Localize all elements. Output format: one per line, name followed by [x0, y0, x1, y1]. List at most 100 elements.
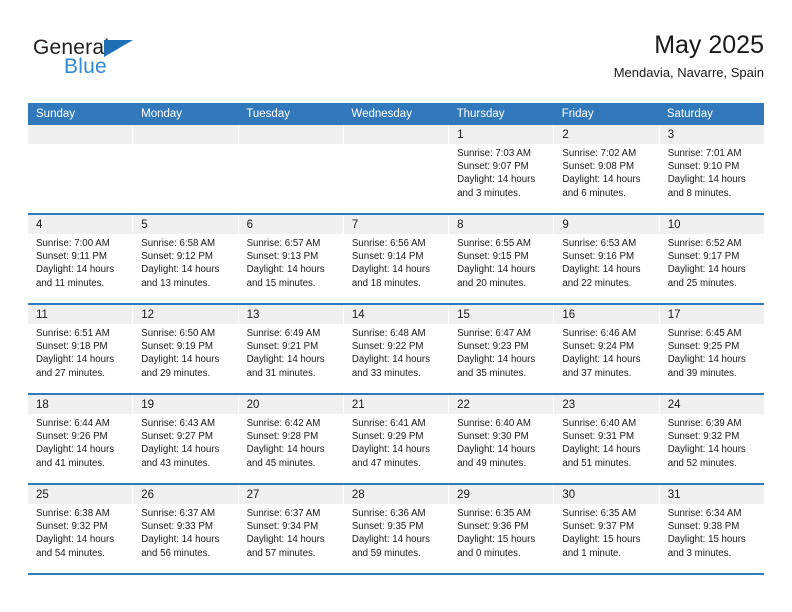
- day-details: Sunrise: 6:43 AM Sunset: 9:27 PM Daylight:…: [133, 414, 237, 470]
- day-cell-empty: [343, 125, 450, 213]
- day-cell-31[interactable]: 31 Sunrise: 6:34 AM Sunset: 9:38 PM Dayligh…: [659, 485, 764, 573]
- day-detail-line: and 1 minute.: [562, 547, 622, 559]
- day-detail-line: Daylight: 14 hours: [562, 174, 641, 186]
- day-cell-15[interactable]: 15 Sunrise: 6:47 AM Sunset: 9:23 PM Dayligh…: [449, 305, 555, 393]
- day-detail-line: and 3 minutes.: [667, 547, 732, 559]
- day-cell-7[interactable]: 7 Sunrise: 6:56 AM Sunset: 9:14 PM Daylight…: [343, 215, 450, 303]
- day-number-bar: 4: [28, 215, 133, 234]
- day-cell-12[interactable]: 12 Sunrise: 6:50 AM Sunset: 9:19 PM Dayligh…: [133, 305, 239, 393]
- day-number-bar: 15: [449, 305, 554, 324]
- day-number: 11: [36, 309, 48, 321]
- day-number: 18: [36, 399, 49, 411]
- day-detail-line: Sunrise: 6:45 AM: [667, 328, 742, 339]
- day-number-bar: 20: [238, 395, 343, 414]
- day-details: Sunrise: 7:01 AM Sunset: 9:10 PM Daylight:…: [660, 144, 764, 200]
- day-details: Sunrise: 6:35 AM Sunset: 9:37 PM Daylight:…: [554, 504, 658, 560]
- day-detail-line: Sunset: 9:16 PM: [562, 251, 635, 263]
- day-cell-4[interactable]: 4 Sunrise: 7:00 AM Sunset: 9:11 PM Daylight…: [28, 215, 134, 303]
- day-number-bar: 11: [28, 305, 133, 324]
- day-cell-empty: [238, 125, 344, 213]
- day-details: Sunrise: 6:57 AM Sunset: 9:13 PM Daylight:…: [239, 234, 343, 290]
- day-cell-2[interactable]: 2 Sunrise: 7:02 AM Sunset: 9:08 PM Daylight…: [554, 125, 660, 213]
- day-detail-line: Sunset: 9:38 PM: [667, 521, 740, 533]
- day-cell-23[interactable]: 23 Sunrise: 6:40 AM Sunset: 9:31 PM Dayligh…: [554, 395, 660, 483]
- day-detail-line: Daylight: 14 hours: [667, 354, 746, 366]
- day-number: 21: [351, 399, 365, 411]
- day-cell-3[interactable]: 3 Sunrise: 7:01 AM Sunset: 9:10 PM Daylight…: [659, 125, 764, 213]
- day-detail-line: Sunrise: 6:37 AM: [141, 508, 216, 519]
- day-detail-line: and 35 minutes.: [457, 367, 527, 379]
- day-cell-20[interactable]: 20 Sunrise: 6:42 AM Sunset: 9:28 PM Dayligh…: [238, 395, 344, 483]
- day-number-bar: 29: [449, 485, 554, 504]
- day-cell-11[interactable]: 11 Sunrise: 6:51 AM Sunset: 9:18 PM Dayligh…: [28, 305, 134, 393]
- day-detail-line: Sunrise: 6:42 AM: [246, 418, 321, 429]
- day-cell-19[interactable]: 19 Sunrise: 6:43 AM Sunset: 9:27 PM Dayligh…: [133, 395, 239, 483]
- day-cell-22[interactable]: 22 Sunrise: 6:40 AM Sunset: 9:30 PM Dayligh…: [449, 395, 555, 483]
- day-cell-14[interactable]: 14 Sunrise: 6:48 AM Sunset: 9:22 PM Dayligh…: [343, 305, 450, 393]
- day-cell-9[interactable]: 9 Sunrise: 6:53 AM Sunset: 9:16 PM Daylight…: [554, 215, 660, 303]
- day-detail-line: Sunset: 9:36 PM: [457, 521, 529, 533]
- day-cell-18[interactable]: 18 Sunrise: 6:44 AM Sunset: 9:26 PM Dayligh…: [28, 395, 134, 483]
- day-cell-26[interactable]: 26 Sunrise: 6:37 AM Sunset: 9:33 PM Dayligh…: [133, 485, 239, 573]
- day-detail-line: Daylight: 14 hours: [141, 354, 220, 366]
- weekday-header-monday: Monday: [141, 108, 183, 120]
- day-cell-27[interactable]: 27 Sunrise: 6:37 AM Sunset: 9:34 PM Dayligh…: [238, 485, 344, 573]
- day-detail-line: and 56 minutes.: [141, 547, 211, 559]
- day-cell-13[interactable]: 13 Sunrise: 6:49 AM Sunset: 9:21 PM Dayligh…: [238, 305, 344, 393]
- day-cell-6[interactable]: 6 Sunrise: 6:57 AM Sunset: 9:13 PM Daylight…: [238, 215, 344, 303]
- day-detail-line: Sunrise: 6:55 AM: [457, 238, 531, 249]
- day-detail-line: Sunrise: 6:34 AM: [667, 508, 742, 519]
- weekday-header-saturday: Saturday: [666, 108, 713, 120]
- day-detail-line: and 8 minutes.: [667, 187, 732, 199]
- day-cell-30[interactable]: 30 Sunrise: 6:35 AM Sunset: 9:37 PM Dayligh…: [554, 485, 660, 573]
- day-detail-line: Daylight: 14 hours: [246, 354, 325, 366]
- day-detail-line: and 0 minutes.: [457, 547, 521, 559]
- day-cell-25[interactable]: 25 Sunrise: 6:38 AM Sunset: 9:32 PM Dayligh…: [28, 485, 134, 573]
- day-cell-8[interactable]: 8 Sunrise: 6:55 AM Sunset: 9:15 PM Daylight…: [449, 215, 555, 303]
- day-number: 1: [457, 129, 464, 141]
- day-details: Sunrise: 6:47 AM Sunset: 9:23 PM Daylight:…: [449, 324, 553, 380]
- day-details: Sunrise: 6:40 AM Sunset: 9:31 PM Daylight:…: [554, 414, 658, 470]
- calendar-week-row: 11 Sunrise: 6:51 AM Sunset: 9:18 PM Dayligh…: [28, 303, 764, 393]
- day-details: Sunrise: 6:38 AM Sunset: 9:32 PM Daylight:…: [28, 504, 132, 560]
- calendar-week-row: 25 Sunrise: 6:38 AM Sunset: 9:32 PM Dayligh…: [28, 483, 764, 573]
- day-detail-line: Sunset: 9:15 PM: [457, 251, 529, 263]
- calendar-grid: Sunday Monday Tuesday Wednesday Thursday Frid…: [28, 103, 764, 575]
- day-detail-line: and 27 minutes.: [36, 367, 105, 379]
- day-detail-line: Sunset: 9:29 PM: [351, 431, 424, 443]
- day-detail-line: and 22 minutes.: [562, 277, 632, 289]
- day-cell-1[interactable]: 1 Sunrise: 7:03 AM Sunset: 9:07 PM Daylight…: [449, 125, 555, 213]
- day-cell-24[interactable]: 24 Sunrise: 6:39 AM Sunset: 9:32 PM Dayligh…: [659, 395, 764, 483]
- day-number-bar: 9: [554, 215, 659, 234]
- day-cell-16[interactable]: 16 Sunrise: 6:46 AM Sunset: 9:24 PM Dayligh…: [554, 305, 660, 393]
- day-detail-line: and 6 minutes.: [562, 187, 626, 199]
- day-detail-line: and 57 minutes.: [246, 547, 316, 559]
- day-detail-line: Sunrise: 6:50 AM: [141, 328, 216, 339]
- day-detail-line: Sunrise: 6:53 AM: [562, 238, 637, 249]
- day-detail-line: Sunset: 9:31 PM: [562, 431, 635, 443]
- day-detail-line: Daylight: 15 hours: [457, 534, 536, 546]
- day-detail-line: Daylight: 14 hours: [351, 444, 430, 456]
- day-cell-21[interactable]: 21 Sunrise: 6:41 AM Sunset: 9:29 PM Dayligh…: [343, 395, 450, 483]
- general-blue-logo[interactable]: General Blue: [33, 36, 233, 88]
- day-cell-5[interactable]: 5 Sunrise: 6:58 AM Sunset: 9:12 PM Daylight…: [133, 215, 239, 303]
- day-number: 14: [351, 309, 365, 321]
- day-detail-line: Sunset: 9:25 PM: [667, 341, 740, 353]
- day-details: Sunrise: 6:40 AM Sunset: 9:30 PM Daylight:…: [449, 414, 553, 470]
- calendar-page: General Blue May 2025 Mendavia, Navarre,…: [0, 0, 792, 612]
- day-number-bar: 21: [343, 395, 449, 414]
- day-detail-line: and 13 minutes.: [141, 277, 211, 289]
- day-detail-line: Sunrise: 6:58 AM: [141, 238, 216, 249]
- day-cell-10[interactable]: 10 Sunrise: 6:52 AM Sunset: 9:17 PM Dayligh…: [659, 215, 764, 303]
- day-cell-17[interactable]: 17 Sunrise: 6:45 AM Sunset: 9:25 PM Dayligh…: [659, 305, 764, 393]
- day-detail-line: and 11 minutes.: [36, 277, 105, 289]
- day-cell-28[interactable]: 28 Sunrise: 6:36 AM Sunset: 9:35 PM Dayligh…: [343, 485, 450, 573]
- day-details: Sunrise: 6:48 AM Sunset: 9:22 PM Daylight:…: [344, 324, 448, 380]
- day-cell-29[interactable]: 29 Sunrise: 6:35 AM Sunset: 9:36 PM Dayligh…: [449, 485, 555, 573]
- day-number: 6: [246, 219, 253, 231]
- day-detail-line: Sunrise: 6:51 AM: [36, 328, 110, 339]
- day-number-bar: 3: [659, 125, 764, 144]
- day-detail-line: Sunset: 9:08 PM: [562, 161, 635, 173]
- day-detail-line: and 15 minutes.: [246, 277, 316, 289]
- day-detail-line: Daylight: 14 hours: [141, 264, 220, 276]
